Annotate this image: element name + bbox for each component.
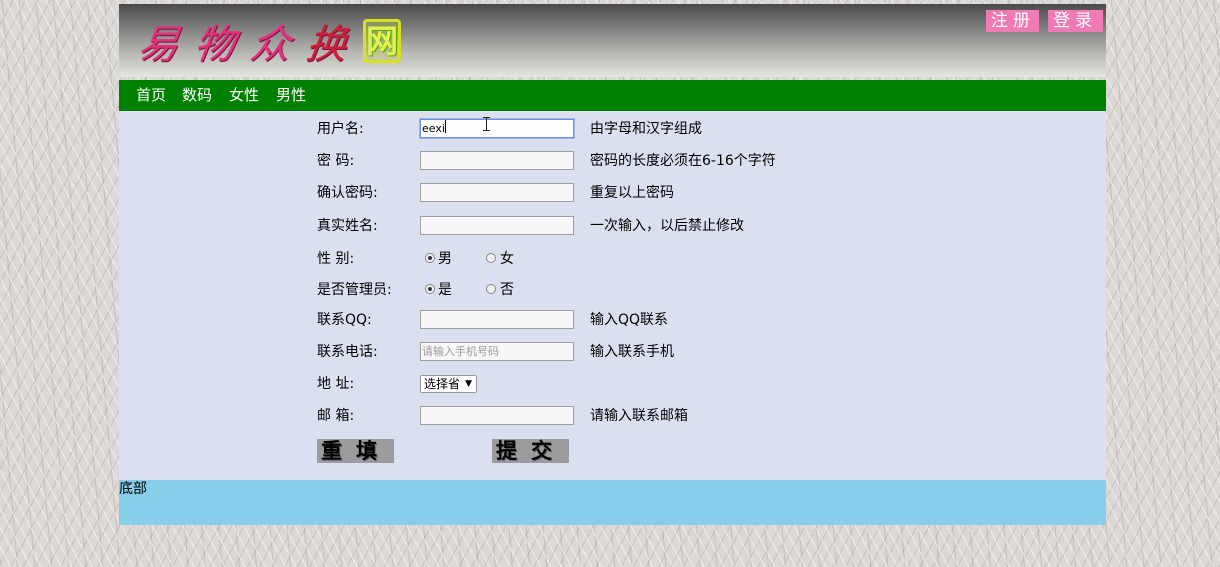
nav-item-women[interactable]: 女性 (229, 80, 259, 111)
admin-no-label: 否 (500, 282, 514, 298)
site-header: 易 物 众 换 网 注册 登录 (119, 4, 1106, 77)
address-row: 地 址: 选择省 ▼ (317, 373, 1017, 397)
confirm-password-row: 确认密码: 重复以上密码 (317, 182, 1017, 206)
logo-char-4: 换 (303, 22, 350, 68)
phone-hint: 输入联系手机 (590, 344, 674, 360)
register-button[interactable]: 注册 (986, 10, 1039, 32)
admin-label: 是否管理员: (317, 282, 392, 298)
gender-male-radio[interactable] (425, 253, 435, 263)
username-row: 用户名: 由字母和汉字组成 (317, 118, 1017, 142)
username-label: 用户名: (317, 121, 364, 137)
admin-no-radio[interactable] (486, 284, 496, 294)
real-name-label: 真实姓名: (317, 218, 378, 234)
nav-item-men[interactable]: 男性 (276, 80, 306, 111)
email-input[interactable] (420, 406, 574, 425)
email-hint: 请输入联系邮箱 (590, 408, 688, 424)
qq-input[interactable] (420, 310, 574, 329)
nav-item-digital[interactable]: 数码 (182, 80, 212, 111)
nav-item-home[interactable]: 首页 (136, 80, 166, 111)
real-name-row: 真实姓名: 一次输入，以后禁止修改 (317, 215, 1017, 239)
confirm-password-hint: 重复以上密码 (590, 185, 674, 201)
admin-yes-label: 是 (438, 282, 452, 298)
logo-char-2: 物 (191, 22, 238, 68)
reset-button[interactable]: 重填 (317, 439, 394, 463)
email-row: 邮 箱: 请输入联系邮箱 (317, 405, 1017, 429)
province-select[interactable]: 选择省 ▼ (420, 375, 477, 393)
logo-char-5: 网 (363, 19, 401, 63)
footer-text: 底部 (119, 481, 147, 497)
address-label: 地 址: (317, 376, 355, 392)
submit-button[interactable]: 提交 (492, 439, 569, 463)
logo-char-1: 易 (135, 22, 182, 68)
mouse-ibeam-cursor (483, 117, 490, 131)
confirm-password-input[interactable] (420, 183, 574, 202)
site-logo[interactable]: 易 物 众 换 网 (135, 16, 401, 68)
password-row: 密 码: 密码的长度必须在6-16个字符 (317, 150, 1017, 174)
real-name-input[interactable] (420, 216, 574, 235)
password-label: 密 码: (317, 153, 355, 169)
admin-row: 是否管理员: 是 否 (317, 279, 1017, 303)
password-input[interactable] (420, 151, 574, 170)
main-nav: 首页 数码 女性 男性 (119, 80, 1106, 111)
province-select-value: 选择省 (424, 377, 461, 391)
phone-input[interactable] (420, 342, 574, 361)
phone-label: 联系电话: (317, 344, 378, 360)
gender-label: 性 别: (317, 251, 355, 267)
site-footer: 底部 (119, 480, 1106, 525)
qq-row: 联系QQ: 输入QQ联系 (317, 309, 1017, 333)
registration-form: 用户名: 由字母和汉字组成 密 码: 密码的长度必须在6-16个字符 确认密码:… (119, 111, 1106, 480)
dropdown-arrow-icon: ▼ (465, 379, 472, 389)
username-input[interactable] (419, 118, 575, 139)
gender-male-label: 男 (438, 251, 452, 267)
logo-char-3: 众 (247, 22, 294, 68)
email-label: 邮 箱: (317, 408, 355, 424)
qq-hint: 输入QQ联系 (590, 312, 669, 328)
gender-row: 性 别: 男 女 (317, 248, 1017, 272)
gender-female-radio[interactable] (486, 253, 496, 263)
phone-row: 联系电话: 输入联系手机 (317, 341, 1017, 365)
password-hint: 密码的长度必须在6-16个字符 (590, 153, 776, 169)
gender-female-label: 女 (500, 251, 514, 267)
username-hint: 由字母和汉字组成 (590, 121, 702, 137)
confirm-password-label: 确认密码: (317, 185, 378, 201)
real-name-hint: 一次输入，以后禁止修改 (590, 218, 744, 234)
text-caret (445, 120, 446, 133)
qq-label: 联系QQ: (317, 312, 372, 328)
login-button[interactable]: 登录 (1048, 10, 1103, 32)
admin-yes-radio[interactable] (425, 284, 435, 294)
